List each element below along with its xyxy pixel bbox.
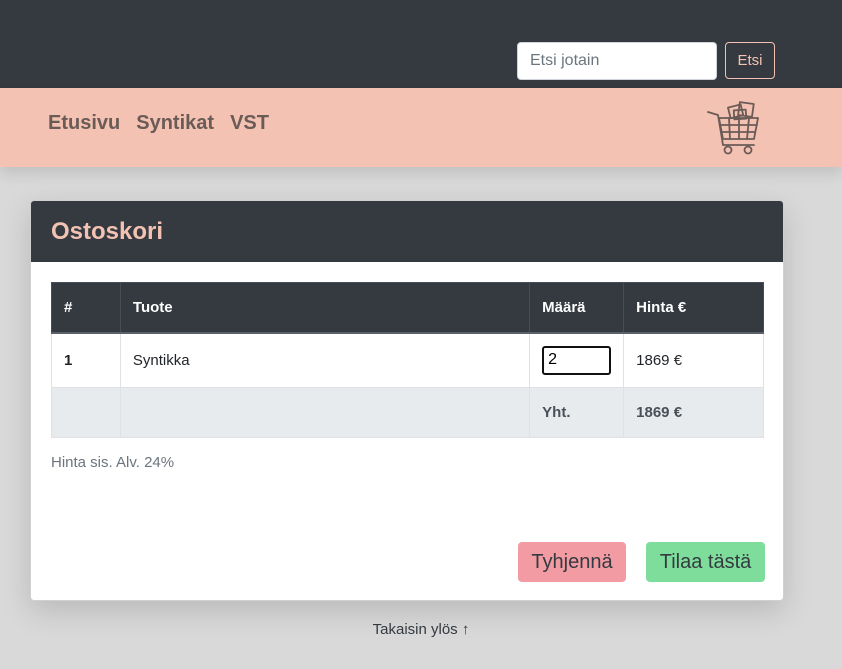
page-title: Ostoskori	[51, 217, 164, 245]
row-quantity-cell	[529, 332, 625, 388]
total-empty-cell	[119, 387, 531, 438]
cart-card: Ostoskori # Tuote Määrä Hinta € 1 Syntik…	[30, 200, 784, 601]
column-header-product: Tuote	[119, 282, 531, 334]
nav-link-vst[interactable]: VST	[230, 112, 269, 135]
total-value: 1869 €	[623, 387, 764, 438]
top-bar: Etsi	[0, 0, 842, 88]
cart-header: Ostoskori	[31, 201, 783, 262]
clear-cart-button[interactable]: Tyhjennä	[518, 542, 626, 582]
shopping-cart-icon[interactable]	[704, 100, 762, 156]
row-product: Syntikka	[119, 332, 531, 388]
nav-link-syntikat[interactable]: Syntikat	[136, 112, 214, 135]
order-button[interactable]: Tilaa tästä	[646, 542, 765, 582]
table-header-row: # Tuote Määrä Hinta €	[51, 282, 764, 334]
total-empty-cell	[51, 387, 121, 438]
row-price: 1869 €	[623, 332, 764, 388]
nav-link-etusivu[interactable]: Etusivu	[48, 112, 120, 135]
vat-note: Hinta sis. Alv. 24%	[51, 454, 175, 471]
total-label: Yht.	[529, 387, 625, 438]
search-input[interactable]	[517, 42, 717, 80]
quantity-stepper[interactable]	[542, 345, 612, 375]
table-row: 1 Syntikka 1869 €	[51, 332, 764, 388]
search-button[interactable]: Etsi	[725, 42, 775, 79]
cart-table: # Tuote Määrä Hinta € 1 Syntikka 1869 € …	[51, 282, 764, 438]
row-index: 1	[51, 332, 121, 388]
column-header-price: Hinta €	[623, 282, 764, 334]
nav-links: Etusivu Syntikat VST	[48, 112, 269, 135]
total-row: Yht. 1869 €	[51, 387, 764, 438]
column-header-index: #	[51, 282, 121, 334]
column-header-quantity: Määrä	[529, 282, 625, 334]
back-to-top-link[interactable]: Takaisin ylös ↑	[0, 621, 842, 638]
